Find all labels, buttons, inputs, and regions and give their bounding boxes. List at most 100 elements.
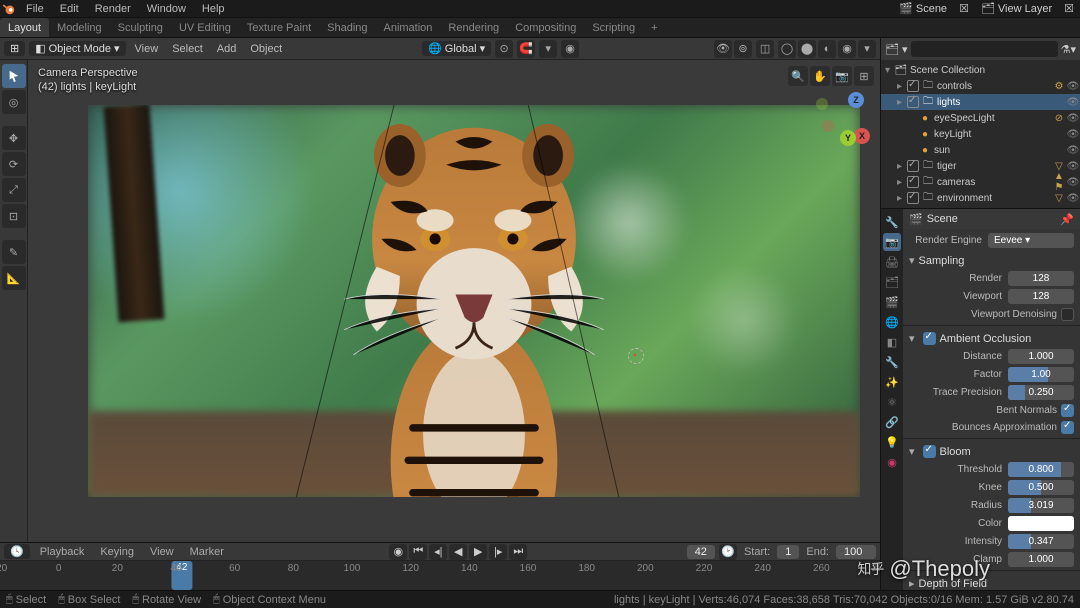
tl-menu-marker[interactable]: Marker xyxy=(184,546,230,558)
prop-tab-data[interactable]: 💡 xyxy=(883,433,901,451)
camera-toggle-button[interactable]: 📷 xyxy=(832,66,852,86)
tool-select[interactable] xyxy=(2,64,26,88)
tool-annotate[interactable]: ✎ xyxy=(2,240,26,264)
pivot-dropdown[interactable]: ⊙ xyxy=(495,40,513,58)
vh-menu-select[interactable]: Select xyxy=(167,43,208,55)
tool-cursor[interactable]: ◎ xyxy=(2,90,26,114)
outliner-row[interactable]: ●keyLight👁 xyxy=(881,126,1080,142)
render-engine-dropdown[interactable]: Eevee ▾ xyxy=(988,233,1074,248)
bent-normals-checkbox[interactable] xyxy=(1061,404,1074,417)
bloom-enable-checkbox[interactable] xyxy=(923,445,936,458)
mode-dropdown[interactable]: ◧ Object Mode ▾ xyxy=(29,41,125,56)
bloom-threshold-field[interactable]: 0.800 xyxy=(1008,462,1074,477)
shading-lookdev[interactable]: ◐ xyxy=(818,40,836,58)
tool-rotate[interactable]: ⟳ xyxy=(2,152,26,176)
prop-tab-physics[interactable]: ⚛ xyxy=(883,393,901,411)
prop-tab-particle[interactable]: ✨ xyxy=(883,373,901,391)
tool-measure[interactable]: 📐 xyxy=(2,266,26,290)
axis-neg-x[interactable] xyxy=(822,120,834,132)
orientation-dropdown[interactable]: 🌐 Global ▾ xyxy=(422,41,491,56)
panel-bloom[interactable]: ▾Bloom xyxy=(909,441,1074,460)
eye-icon[interactable]: 👁 xyxy=(1066,97,1080,108)
play-reverse-button[interactable]: ◀ xyxy=(449,544,467,560)
tab-modeling[interactable]: Modeling xyxy=(49,18,110,37)
tl-menu-playback[interactable]: Playback xyxy=(34,546,91,558)
collection-checkbox[interactable] xyxy=(907,160,919,172)
tab-texture-paint[interactable]: Texture Paint xyxy=(239,18,319,37)
preview-range-toggle[interactable]: 🕑 xyxy=(719,544,737,560)
tab-rendering[interactable]: Rendering xyxy=(440,18,507,37)
outliner-row[interactable]: ▸🗀cameras▲ ⚑👁 xyxy=(881,174,1080,190)
ao-factor-field[interactable]: 1.00 xyxy=(1008,367,1074,382)
prop-tab-world[interactable]: 🌐 xyxy=(883,313,901,331)
menu-edit[interactable]: Edit xyxy=(52,0,87,18)
shading-dropdown[interactable]: ▾ xyxy=(858,40,876,58)
bloom-intensity-field[interactable]: 0.347 xyxy=(1008,534,1074,549)
outliner-row[interactable]: ▸🗀controls⚙👁 xyxy=(881,78,1080,94)
bounces-approx-checkbox[interactable] xyxy=(1061,421,1074,434)
panel-sampling[interactable]: ▾Sampling xyxy=(909,250,1074,269)
bloom-radius-field[interactable]: 3.019 xyxy=(1008,498,1074,513)
tab-layout[interactable]: Layout xyxy=(0,18,49,37)
prop-tab-tool[interactable]: 🔧 xyxy=(883,213,901,231)
vh-menu-view[interactable]: View xyxy=(130,43,164,55)
bloom-knee-field[interactable]: 0.500 xyxy=(1008,480,1074,495)
bloom-color-swatch[interactable] xyxy=(1008,516,1074,531)
prop-tab-material[interactable]: ◉ xyxy=(883,453,901,471)
axis-neg-y[interactable] xyxy=(816,98,828,110)
perspective-toggle-button[interactable]: ⊞ xyxy=(854,66,874,86)
collection-checkbox[interactable] xyxy=(907,96,919,108)
menu-help[interactable]: Help xyxy=(194,0,233,18)
eye-icon[interactable]: 👁 xyxy=(1066,193,1080,204)
tab-sculpting[interactable]: Sculpting xyxy=(110,18,171,37)
prop-tab-viewlayer[interactable]: 🗂 xyxy=(883,273,901,291)
autokey-toggle[interactable]: ◉ xyxy=(389,544,407,560)
gizmo-visibility[interactable]: 👁 xyxy=(714,40,732,58)
panel-ao[interactable]: ▾Ambient Occlusion xyxy=(909,328,1074,347)
tab-compositing[interactable]: Compositing xyxy=(507,18,584,37)
jump-end-button[interactable]: ⏭ xyxy=(509,544,527,560)
play-button[interactable]: ▶ xyxy=(469,544,487,560)
overlay-dropdown[interactable]: ⊚ xyxy=(734,40,752,58)
outliner-search-input[interactable] xyxy=(911,41,1058,57)
outliner-display-dropdown[interactable]: ▾ xyxy=(902,43,908,56)
timeline-ruler[interactable]: 42 -200204060801001201401601802002202402… xyxy=(0,561,880,590)
snap-toggle[interactable]: 🧲 xyxy=(517,40,535,58)
tl-menu-keying[interactable]: Keying xyxy=(94,546,140,558)
xray-toggle[interactable]: ◫ xyxy=(756,40,774,58)
viewport-canvas[interactable]: Camera Perspective (42) lights | keyLigh… xyxy=(28,60,880,542)
collection-checkbox[interactable] xyxy=(907,192,919,204)
outliner-row[interactable]: ●sun👁 xyxy=(881,142,1080,158)
eye-icon[interactable]: 👁 xyxy=(1066,177,1080,188)
editor-type-dropdown[interactable]: ⊞ xyxy=(4,41,25,56)
outliner-type-icon[interactable]: 🗂 xyxy=(885,43,899,56)
shading-render[interactable]: ◉ xyxy=(838,40,856,58)
tool-move[interactable]: ✥ xyxy=(2,126,26,150)
menu-window[interactable]: Window xyxy=(139,0,194,18)
keyframe-next-button[interactable]: |▸ xyxy=(489,544,507,560)
tool-transform[interactable]: ⊡ xyxy=(2,204,26,228)
end-frame-field[interactable]: 100 xyxy=(836,545,876,559)
eye-icon[interactable]: 👁 xyxy=(1066,113,1080,124)
axis-y[interactable]: Y xyxy=(840,130,856,146)
outliner-row[interactable]: ▸🗀environment▽👁 xyxy=(881,190,1080,206)
tab-add-workspace[interactable]: + xyxy=(643,18,665,37)
menu-file[interactable]: File xyxy=(18,0,52,18)
menu-render[interactable]: Render xyxy=(87,0,139,18)
ao-enable-checkbox[interactable] xyxy=(923,332,936,345)
prop-tab-object[interactable]: ◧ xyxy=(883,333,901,351)
jump-start-button[interactable]: ⏮ xyxy=(409,544,427,560)
prop-tab-modifier[interactable]: 🔧 xyxy=(883,353,901,371)
eye-icon[interactable]: 👁 xyxy=(1066,129,1080,140)
tl-menu-view[interactable]: View xyxy=(144,546,180,558)
axis-gizmo[interactable]: Z X Y xyxy=(814,90,874,150)
axis-x[interactable]: X xyxy=(854,128,870,144)
vh-menu-add[interactable]: Add xyxy=(212,43,242,55)
zoom-button[interactable]: 🔍 xyxy=(788,66,808,86)
shading-solid[interactable]: ⬤ xyxy=(798,40,816,58)
viewport-samples-field[interactable]: 128 xyxy=(1008,289,1074,304)
timeline-editor-type[interactable]: 🕓 xyxy=(4,544,30,559)
scene-selector[interactable]: 🎬 Scene xyxy=(893,2,953,15)
eye-icon[interactable]: 👁 xyxy=(1066,161,1080,172)
viewport-denoising-checkbox[interactable] xyxy=(1061,308,1074,321)
